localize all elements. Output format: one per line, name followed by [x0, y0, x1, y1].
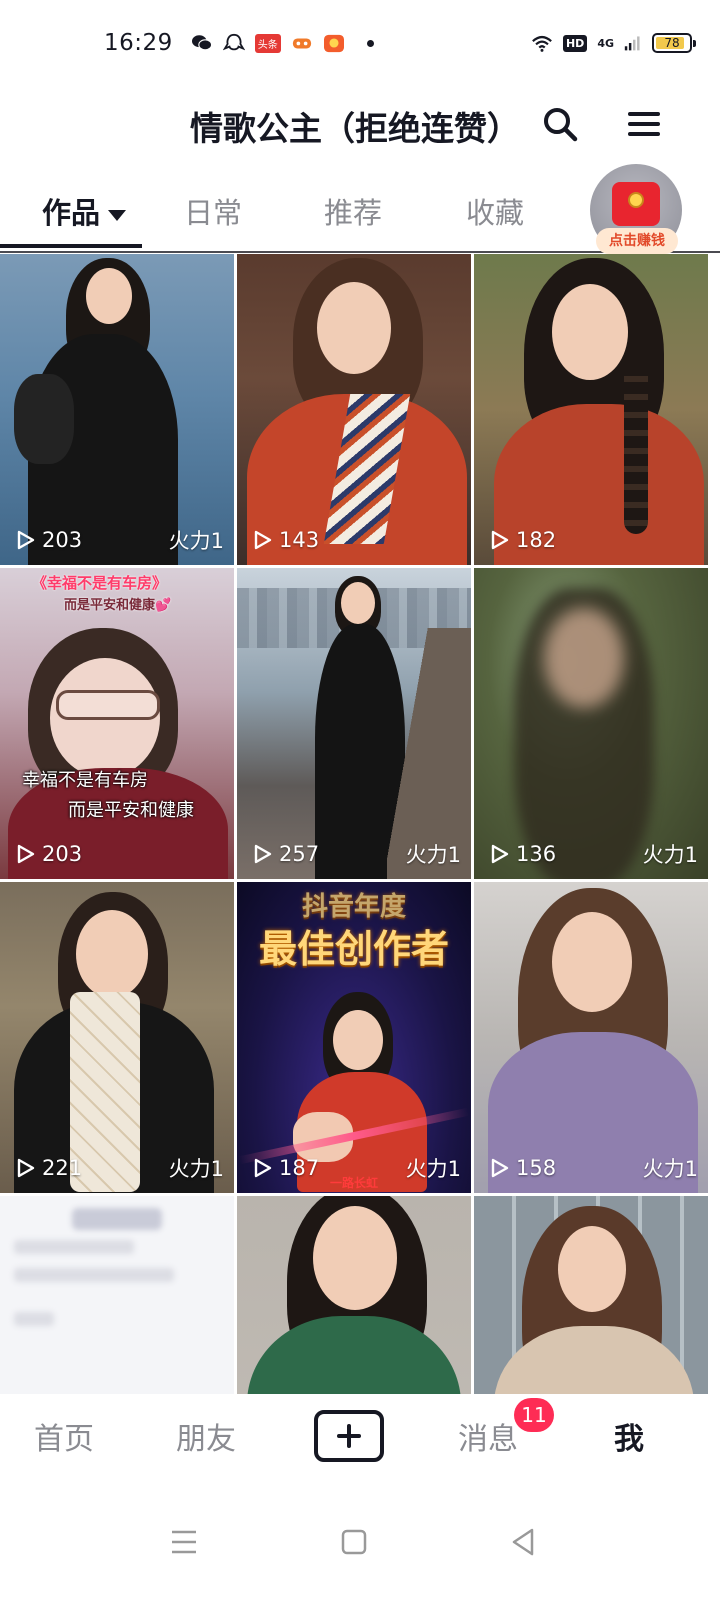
- video-thumbnail[interactable]: 136 火力1: [474, 568, 708, 879]
- play-icon: [17, 1158, 35, 1178]
- fire-tag: 火力1: [168, 1157, 224, 1181]
- video-thumbnail[interactable]: [474, 1196, 708, 1394]
- search-icon[interactable]: [540, 104, 580, 144]
- video-thumbnail[interactable]: 抖音年度 最佳创作者 187 火力1 一路长虹: [237, 882, 471, 1193]
- play-icon: [491, 844, 509, 864]
- game-icon: [292, 38, 311, 49]
- battery-indicator: 78: [652, 33, 696, 53]
- system-navigation-bar: [0, 1490, 720, 1600]
- system-status-icons: HD 4G 78: [531, 33, 696, 53]
- tab-works-label: 作品: [42, 196, 101, 230]
- play-count: 257: [279, 842, 320, 866]
- video-stats: 182: [474, 525, 708, 555]
- play-count: 221: [42, 1156, 83, 1180]
- tab-favorites[interactable]: 收藏: [466, 190, 524, 232]
- video-overlay-subtitle: 而是平安和健康💕: [64, 598, 172, 613]
- bottom-nav: 首页 朋友 消息 11 我: [0, 1394, 720, 1490]
- signal-icon: [624, 36, 640, 51]
- play-icon: [254, 530, 272, 550]
- play-count: 182: [516, 528, 557, 552]
- hd-indicator: HD: [562, 34, 588, 52]
- video-thumbnail[interactable]: 《幸福不是有车房》 而是平安和健康💕 幸福不是有车房 而是平安和健康 203: [0, 568, 234, 879]
- video-thumbnail[interactable]: 182: [474, 254, 708, 565]
- play-icon: [491, 530, 509, 550]
- video-stats: 143: [237, 525, 471, 555]
- video-thumbnail[interactable]: 158 火力1: [474, 882, 708, 1193]
- home-icon[interactable]: [334, 1522, 374, 1562]
- wifi-icon: [532, 35, 552, 52]
- coin-icon: [628, 192, 644, 208]
- play-count: 143: [279, 528, 320, 552]
- network-type: 4G: [597, 36, 614, 50]
- wechat-icon: [191, 35, 212, 51]
- back-icon[interactable]: [504, 1522, 544, 1562]
- fire-tag: 火力1: [168, 529, 224, 553]
- profile-header: 情歌公主（拒绝连赞）: [0, 86, 720, 170]
- award-title-line2: 最佳创作者: [258, 927, 449, 971]
- video-grid: 203 火力1 143 182 《幸福不是有车房》 而是平安和健康💕 幸福不是有…: [0, 254, 720, 1394]
- battery-level: 78: [664, 36, 680, 50]
- qq-icon: [222, 33, 245, 51]
- video-stats: 203 火力1: [0, 525, 234, 555]
- tab-recommend[interactable]: 推荐: [324, 190, 382, 232]
- menu-icon[interactable]: [626, 106, 662, 142]
- play-icon: [491, 1158, 509, 1178]
- nav-me[interactable]: 我: [614, 1414, 644, 1458]
- play-icon: [17, 844, 35, 864]
- video-stats: 203: [0, 839, 234, 869]
- profile-name: 情歌公主（拒绝连赞）: [190, 109, 520, 148]
- nav-friends[interactable]: 朋友: [176, 1414, 236, 1458]
- video-stats: 136 火力1: [474, 839, 708, 869]
- play-icon: [17, 530, 35, 550]
- active-tab-indicator: [0, 244, 142, 248]
- nav-messages[interactable]: 消息: [458, 1414, 518, 1458]
- messages-badge: 11: [514, 1398, 554, 1432]
- video-overlay-title: 《幸福不是有车房》: [32, 574, 168, 592]
- play-count: 203: [42, 842, 83, 866]
- more-notifications-dot: [366, 39, 374, 47]
- video-thumbnail[interactable]: [237, 1196, 471, 1394]
- notification-icons: 头条: [191, 33, 374, 53]
- red-packet-icon: [612, 182, 660, 226]
- tab-daily[interactable]: 日常: [184, 190, 242, 232]
- fire-tag: 火力1: [405, 843, 461, 867]
- play-count: 158: [516, 1156, 557, 1180]
- status-time: 16:29: [104, 30, 173, 56]
- fire-tag: 火力1: [642, 1157, 698, 1181]
- profile-tabs: 作品 日常 推荐 收藏 点击赚钱: [0, 164, 720, 256]
- video-stats: 257 火力1: [237, 839, 471, 869]
- video-thumbnail[interactable]: 257 火力1: [237, 568, 471, 879]
- video-stats: 158 火力1: [474, 1153, 708, 1183]
- video-stats: 221 火力1: [0, 1153, 234, 1183]
- red-packet-label: 点击赚钱: [596, 228, 678, 254]
- video-thumbnail[interactable]: 203 火力1: [0, 254, 234, 565]
- tab-works[interactable]: 作品: [42, 190, 127, 232]
- recent-apps-icon[interactable]: [164, 1522, 204, 1562]
- nav-home[interactable]: 首页: [34, 1414, 94, 1458]
- plus-icon: [337, 1424, 361, 1448]
- video-caption-line1: 幸福不是有车房: [22, 770, 148, 791]
- fire-tag: 火力1: [642, 843, 698, 867]
- shop-icon: [323, 34, 344, 53]
- toutiao-icon: 头条: [254, 33, 281, 53]
- video-thumbnail[interactable]: [0, 1196, 234, 1394]
- video-thumbnail[interactable]: 143: [237, 254, 471, 565]
- create-button[interactable]: [314, 1410, 384, 1462]
- video-thumbnail[interactable]: 221 火力1: [0, 882, 234, 1193]
- video-bottom-tag: 一路长虹: [329, 1176, 378, 1190]
- red-packet-button[interactable]: 点击赚钱: [590, 164, 682, 256]
- play-count: 136: [516, 842, 557, 866]
- video-caption-line2: 而是平安和健康: [68, 800, 194, 821]
- caret-down-icon[interactable]: [108, 209, 127, 221]
- play-icon: [254, 844, 272, 864]
- status-bar: 16:29 头条 HD 4G 78: [0, 0, 720, 86]
- play-count: 203: [42, 528, 83, 552]
